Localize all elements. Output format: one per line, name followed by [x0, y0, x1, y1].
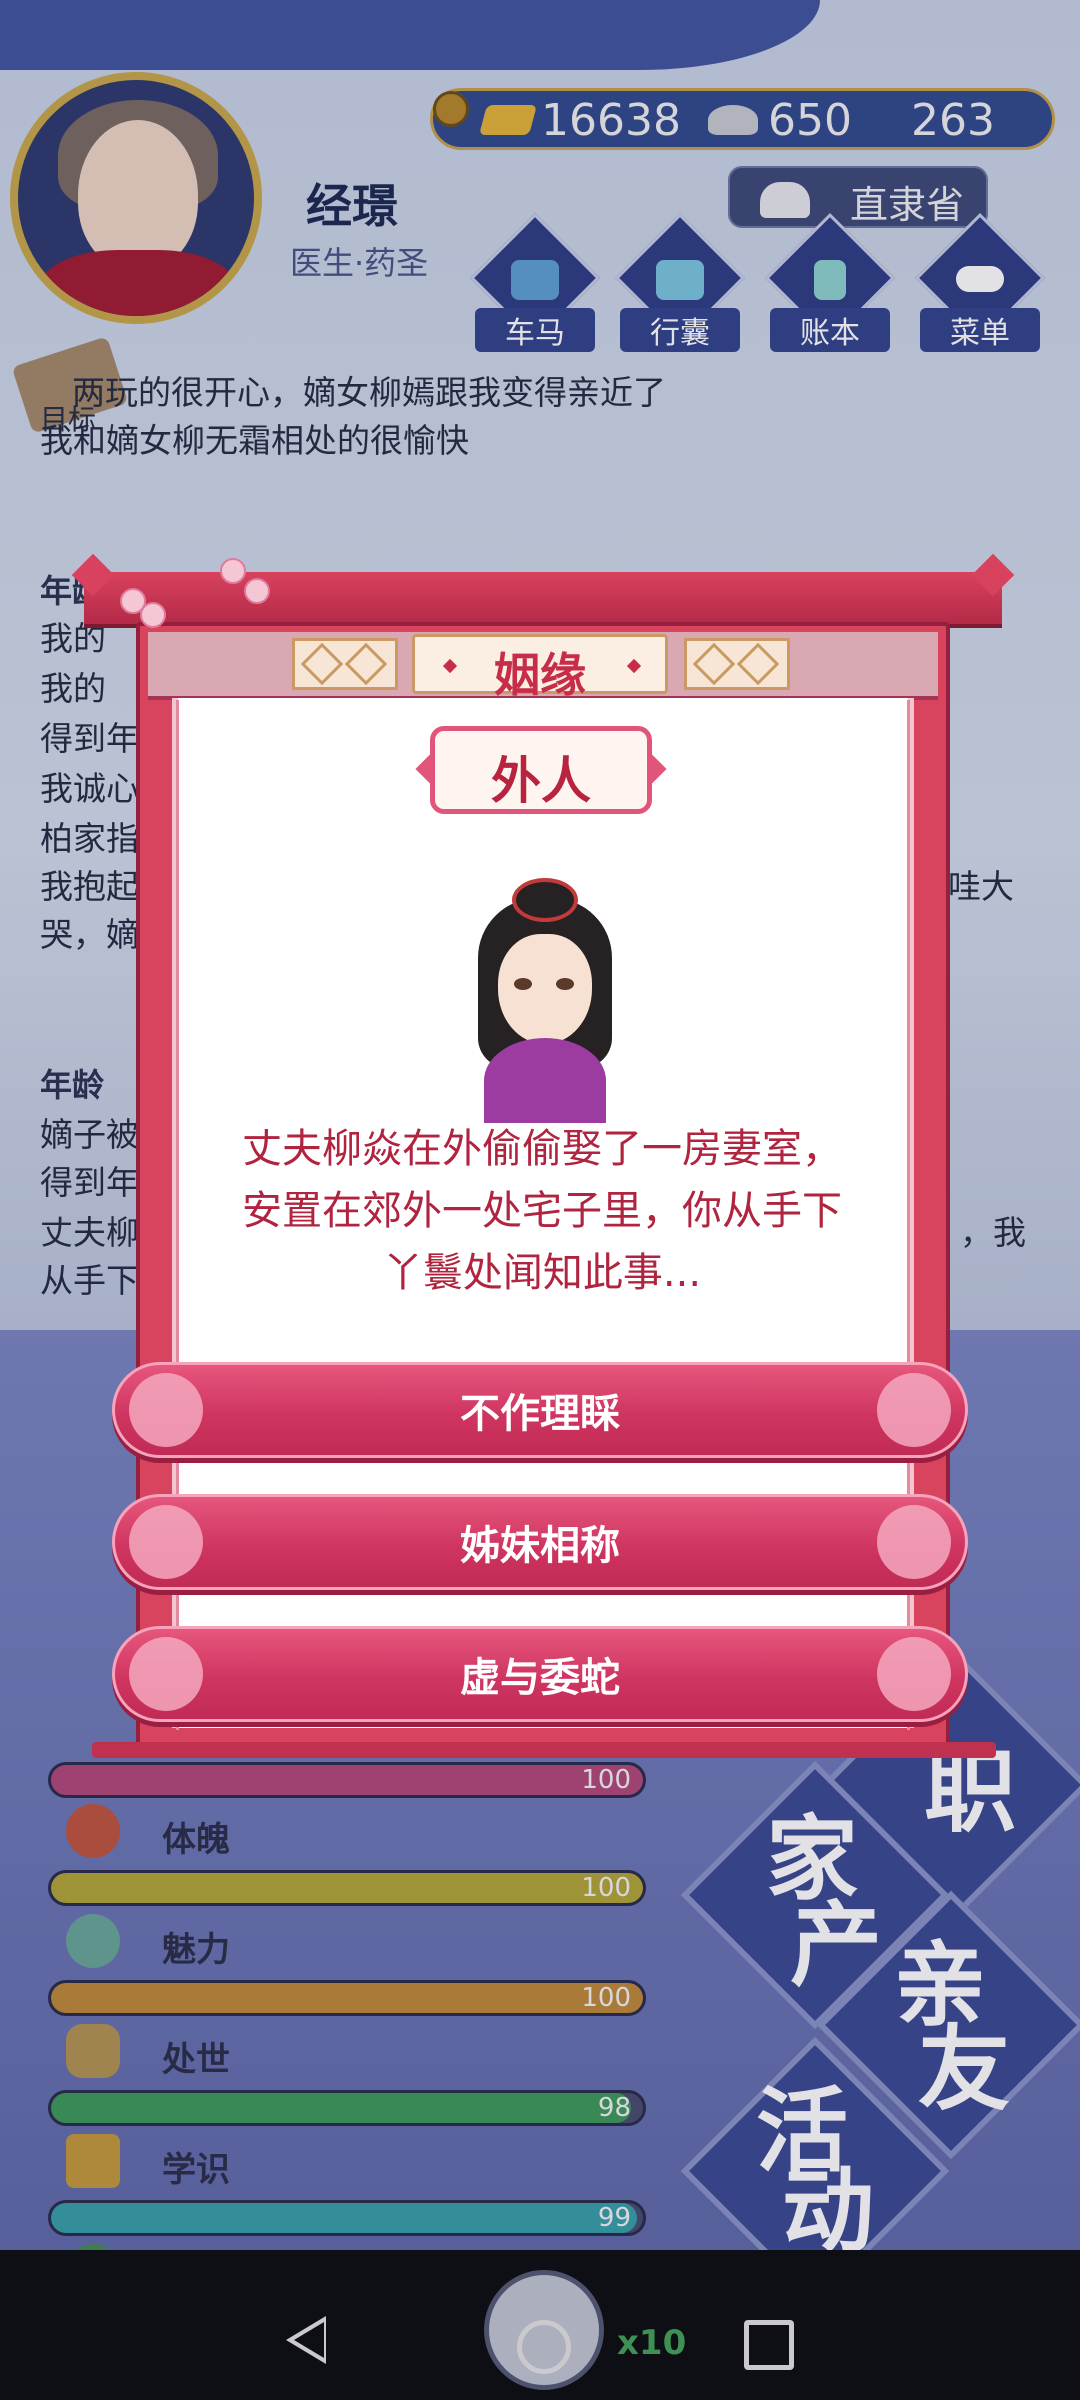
npc-eye — [556, 978, 574, 990]
npc-face — [498, 934, 592, 1044]
npc-relation-tag: 外人 — [430, 726, 652, 814]
npc-relation-label: 外人 — [491, 752, 591, 810]
modal-title: 姻缘 — [494, 648, 586, 702]
modal-title-plaque: 姻缘 — [412, 634, 668, 702]
lattice-ornament-right — [684, 638, 790, 690]
choice-ignore-button[interactable]: 不作理睬 — [112, 1362, 968, 1458]
modal-base — [92, 1742, 996, 1758]
npc-portrait — [470, 878, 620, 1123]
choice-feign-button[interactable]: 虚与委蛇 — [112, 1626, 968, 1722]
event-line: 丫鬟处闻知此事... — [382, 1250, 702, 1296]
choice-sisters-button[interactable]: 姊妹相称 — [112, 1494, 968, 1590]
plum-blossom-ornament — [110, 548, 280, 628]
choice-label: 姊妹相称 — [460, 1523, 620, 1569]
choice-label: 虚与委蛇 — [460, 1655, 620, 1701]
lattice-ornament-left — [292, 638, 398, 690]
cloud-ornament-icon — [877, 1505, 951, 1579]
choice-label: 不作理睬 — [460, 1391, 620, 1437]
npc-robe — [484, 1038, 606, 1123]
cloud-ornament-icon — [877, 1373, 951, 1447]
cloud-ornament-icon — [877, 1637, 951, 1711]
npc-hair-ornament — [512, 878, 578, 922]
npc-eye — [514, 978, 532, 990]
event-description: 丈夫柳焱在外偷偷娶了一房妻室， 安置在郊外一处宅子里，你从手下 丫鬟处闻知此事.… — [192, 1118, 892, 1304]
event-line: 丈夫柳焱在外偷偷娶了一房妻室， — [242, 1126, 842, 1172]
event-line: 安置在郊外一处宅子里，你从手下 — [242, 1188, 842, 1234]
